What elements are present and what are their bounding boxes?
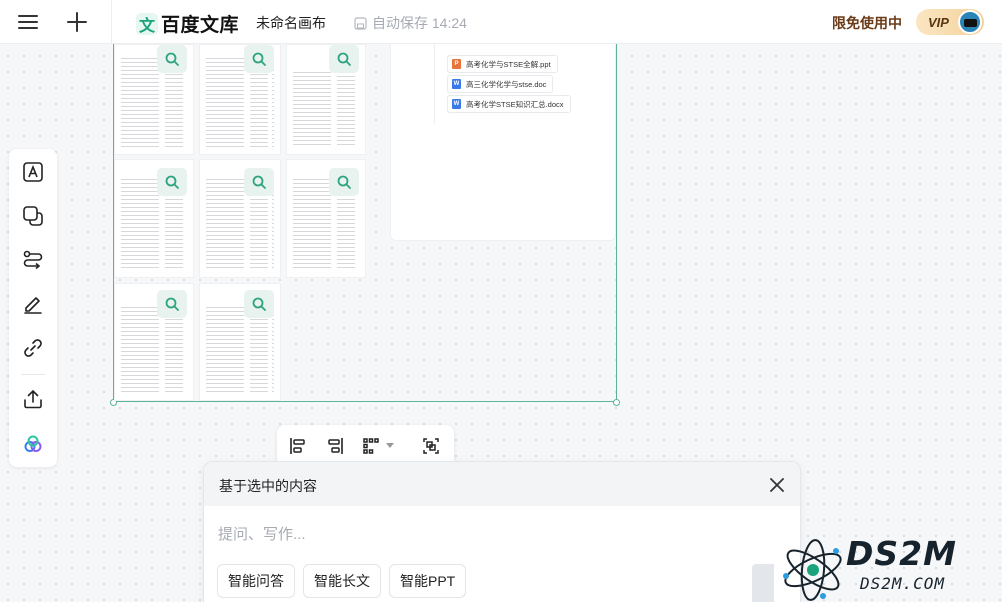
zoom-icon[interactable] [244, 45, 274, 73]
plus-icon[interactable] [61, 6, 93, 38]
baidu-wenku-logo[interactable]: 文 百度文库 [136, 10, 239, 37]
related-files-panel: P 高考化学与STSE全解.ppt W 高三化学化学与stse.doc W 高考… [390, 44, 616, 241]
autosave-text: 自动保存 14:24 [372, 15, 467, 31]
document-thumbnail[interactable] [114, 44, 194, 155]
pen-icon[interactable] [18, 289, 48, 319]
file-name: 高三化学化学与stse.doc [466, 79, 547, 89]
atom-logo-icon [783, 539, 842, 601]
connector-icon[interactable] [18, 245, 48, 275]
group-icon[interactable] [418, 434, 444, 458]
top-bar: 文 百度文库 未命名画布 自动保存 14:24 限免使用中 VIP [0, 0, 1002, 44]
ai-assistant-panel: 基于选中的内容 智能问答 智能长文 智能PPT [203, 461, 801, 602]
align-right-icon[interactable] [322, 434, 348, 458]
zoom-icon[interactable] [157, 45, 187, 73]
ai-panel-title: 基于选中的内容 [219, 478, 317, 494]
ai-panel-header: 基于选中的内容 [204, 462, 800, 506]
resize-handle-bottom-right[interactable] [613, 399, 620, 406]
upload-icon[interactable] [18, 384, 48, 414]
zoom-icon[interactable] [157, 290, 187, 318]
smart-qa-button[interactable]: 智能问答 [217, 564, 295, 598]
document-thumbnail[interactable] [199, 159, 281, 278]
document-thumbnail[interactable] [199, 44, 281, 155]
ppt-file-icon: P [452, 59, 461, 69]
smart-ppt-button[interactable]: 智能PPT [389, 564, 467, 598]
save-icon [354, 16, 367, 30]
document-thumbnail[interactable] [286, 159, 366, 278]
watermark-url: DS2M.COM [860, 574, 946, 593]
hamburger-menu-icon[interactable] [12, 6, 44, 38]
avatar[interactable] [958, 10, 982, 34]
file-name: 高考化学与STSE全解.ppt [466, 59, 551, 69]
zoom-icon[interactable] [244, 290, 274, 318]
zoom-icon[interactable] [329, 45, 359, 73]
watermark-text: DS2M [846, 534, 957, 573]
vip-badge[interactable]: VIP [916, 9, 984, 35]
scroll-box [752, 564, 774, 602]
chevron-down-icon [386, 443, 394, 448]
zoom-icon[interactable] [244, 168, 274, 196]
ds2m-watermark: DS2M DS2M.COM [778, 532, 1002, 602]
document-title[interactable]: 未命名画布 [256, 13, 326, 33]
file-item[interactable]: W 高三化学化学与stse.doc [447, 75, 554, 93]
zoom-icon[interactable] [157, 168, 187, 196]
word-file-icon: W [452, 99, 461, 109]
align-left-icon[interactable] [285, 434, 311, 458]
text-box-icon[interactable] [18, 157, 48, 187]
smart-longform-button[interactable]: 智能长文 [303, 564, 381, 598]
autosave-status: 自动保存 14:24 [354, 13, 467, 33]
left-toolbar [9, 149, 57, 467]
document-thumbnail[interactable] [286, 44, 366, 155]
document-thumbnail[interactable] [199, 283, 281, 401]
link-icon[interactable] [18, 333, 48, 363]
shapes-icon[interactable] [18, 201, 48, 231]
zoom-icon[interactable] [329, 168, 359, 196]
toolbar-separator [21, 374, 45, 375]
logo-mark: 文 [136, 12, 158, 35]
divider [111, 0, 112, 44]
file-item[interactable]: P 高考化学与STSE全解.ppt [447, 55, 558, 73]
distribute-grid-icon[interactable] [362, 434, 402, 458]
ai-prompt-input[interactable] [218, 522, 778, 546]
file-name: 高考化学STSE知识汇总.docx [466, 99, 564, 109]
free-trial-badge: 限免使用中 [832, 15, 902, 31]
close-icon[interactable] [766, 474, 788, 496]
vip-label: VIP [928, 14, 949, 30]
logo-text: 百度文库 [161, 15, 240, 36]
word-file-icon: W [452, 79, 461, 89]
document-thumbnail[interactable] [114, 283, 194, 401]
document-thumbnail[interactable] [114, 159, 194, 278]
file-item[interactable]: W 高考化学STSE知识汇总.docx [447, 95, 571, 113]
ai-logo-icon[interactable] [18, 429, 48, 459]
